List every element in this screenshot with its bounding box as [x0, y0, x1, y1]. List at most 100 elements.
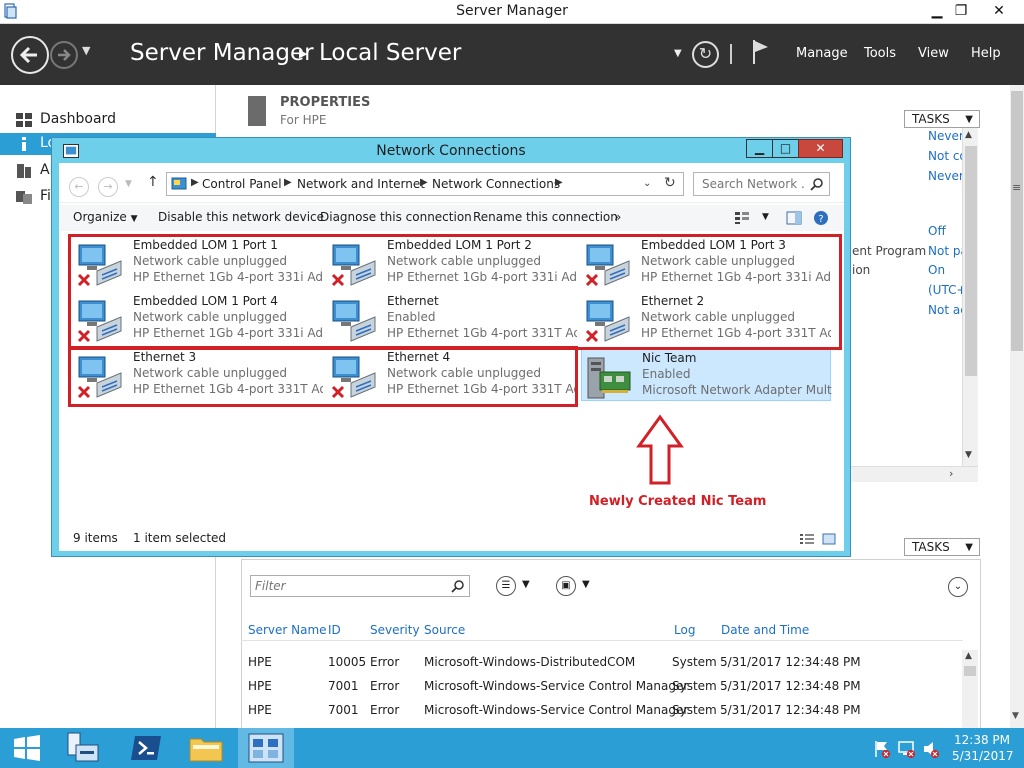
page-scroll-thumb[interactable] — [1011, 91, 1023, 351]
scroll-thumb[interactable] — [964, 666, 976, 676]
cell-severity[interactable]: Error — [370, 679, 399, 693]
cell-severity[interactable]: Error — [370, 655, 399, 669]
breadcrumb-separator-icon[interactable]: ▶ — [191, 177, 199, 188]
events-scrollbar[interactable]: ▲ — [962, 650, 978, 728]
scroll-right-icon[interactable]: › — [949, 467, 953, 480]
search-icon[interactable] — [451, 579, 465, 593]
refresh-icon[interactable]: ↻ — [692, 41, 719, 68]
refresh-dropdown[interactable]: ▼ — [674, 48, 682, 59]
properties-tasks-button[interactable]: TASKS ▼ — [904, 110, 980, 128]
cell-server-name[interactable]: HPE — [248, 679, 272, 693]
taskbar-network-connections[interactable] — [238, 728, 294, 768]
address-bar[interactable]: ▶ Control Panel ▶ Network and Internet ▶… — [166, 172, 684, 196]
search-icon[interactable] — [810, 177, 824, 191]
sidebar-item-dashboard[interactable]: Dashboard — [0, 109, 216, 131]
nc-close-button[interactable]: ✕ — [798, 139, 843, 158]
cell-date-time[interactable]: 5/31/2017 12:34:48 PM — [720, 655, 861, 669]
menu-view[interactable]: View — [918, 46, 949, 61]
column-header-server-name[interactable]: Server Name — [248, 623, 327, 637]
chevron-down-icon[interactable]: ▼ — [582, 579, 590, 590]
property-value[interactable]: Not co — [928, 149, 967, 163]
organize-button[interactable]: Organize ▼ — [73, 210, 138, 224]
minimize-button[interactable]: ▁ — [926, 0, 948, 22]
menu-tools[interactable]: Tools — [864, 46, 896, 61]
change-view-icon[interactable] — [734, 211, 750, 225]
breadcrumb-control-panel[interactable]: Control Panel — [202, 177, 282, 191]
start-button[interactable] — [0, 728, 56, 768]
history-dropdown[interactable]: ▼ — [82, 44, 90, 57]
search-box[interactable] — [693, 172, 830, 196]
filter-box[interactable] — [250, 575, 470, 597]
save-query-icon[interactable]: ▣ — [556, 576, 576, 596]
rename-connection-button[interactable]: Rename this connection — [473, 210, 618, 224]
more-commands-button[interactable]: » — [614, 210, 621, 224]
property-value[interactable]: Not ac — [928, 303, 967, 317]
preview-pane-icon[interactable] — [786, 211, 802, 225]
page-scrollbar[interactable]: ≡ ▼ — [1010, 85, 1024, 728]
up-arrow-icon[interactable]: ↑ — [147, 174, 159, 190]
nc-minimize-button[interactable]: ▁ — [746, 139, 773, 158]
scroll-thumb[interactable] — [965, 146, 977, 376]
close-button[interactable]: ✕ — [984, 0, 1014, 22]
property-value[interactable]: Off — [928, 224, 946, 238]
taskbar-file-explorer[interactable] — [178, 728, 234, 768]
cell-source[interactable]: Microsoft-Windows-Service Control Manage… — [424, 703, 688, 717]
cell-server-name[interactable]: HPE — [248, 655, 272, 669]
property-value[interactable]: (UTC+ — [928, 283, 967, 297]
clock-time[interactable]: 12:38 PM — [952, 733, 1012, 747]
volume-muted-icon[interactable] — [922, 740, 940, 758]
details-view-icon[interactable] — [799, 533, 815, 545]
connection-tile[interactable]: Nic Team Enabled Microsoft Network Adapter… — [581, 349, 832, 401]
breadcrumb-network-internet[interactable]: Network and Internet — [297, 177, 425, 191]
breadcrumb-separator-icon[interactable]: ▶ — [555, 177, 563, 188]
back-button[interactable] — [11, 36, 49, 74]
scroll-down-icon[interactable]: ▼ — [1012, 711, 1019, 721]
network-tray-icon[interactable] — [898, 740, 916, 758]
menu-manage[interactable]: Manage — [796, 46, 848, 61]
recent-pages-dropdown[interactable]: ▼ — [125, 179, 132, 189]
diagnose-connection-button[interactable]: Diagnose this connection — [320, 210, 472, 224]
maximize-button[interactable]: ❐ — [950, 0, 972, 22]
cell-date-time[interactable]: 5/31/2017 12:34:48 PM — [720, 679, 861, 693]
nc-maximize-button[interactable]: □ — [772, 139, 799, 158]
chevron-down-icon[interactable]: ▼ — [762, 212, 769, 222]
breadcrumb-network-connections[interactable]: Network Connections — [432, 177, 560, 191]
taskbar-powershell[interactable] — [118, 728, 174, 768]
breadcrumb-separator-icon[interactable]: ▶ — [420, 177, 428, 188]
forward-button[interactable] — [50, 41, 78, 69]
column-header-date-time[interactable]: Date and Time — [721, 623, 809, 637]
cell-source[interactable]: Microsoft-Windows-DistributedCOM — [424, 655, 635, 669]
property-value[interactable]: On — [928, 263, 945, 277]
chevron-down-icon[interactable]: ▼ — [522, 579, 530, 590]
cell-id[interactable]: 10005 — [328, 655, 366, 669]
expand-icon[interactable]: ⌄ — [948, 577, 968, 597]
disable-device-button[interactable]: Disable this network device — [158, 210, 324, 224]
help-icon[interactable]: ? — [813, 210, 829, 226]
action-center-flag-icon[interactable] — [873, 740, 891, 758]
notifications-flag-icon[interactable] — [752, 39, 770, 65]
search-input[interactable] — [694, 173, 806, 195]
column-header-log[interactable]: Log — [674, 623, 695, 637]
cell-source[interactable]: Microsoft-Windows-Service Control Manage… — [424, 679, 688, 693]
large-icons-view-icon[interactable] — [822, 533, 836, 545]
column-header-id[interactable]: ID — [328, 623, 341, 637]
scroll-up-icon[interactable]: ▲ — [965, 651, 972, 661]
column-header-source[interactable]: Source — [424, 623, 465, 637]
cell-log[interactable]: System — [672, 703, 717, 717]
scroll-up-icon[interactable]: ▲ — [965, 130, 972, 140]
filter-input[interactable] — [251, 576, 451, 596]
nc-back-button[interactable]: ← — [69, 177, 89, 197]
column-header-severity[interactable]: Severity — [370, 623, 420, 637]
cell-server-name[interactable]: HPE — [248, 703, 272, 717]
cell-date-time[interactable]: 5/31/2017 12:34:48 PM — [720, 703, 861, 717]
nc-forward-button[interactable]: → — [98, 177, 118, 197]
cell-log[interactable]: System — [672, 655, 717, 669]
menu-help[interactable]: Help — [971, 46, 1001, 61]
clock-date[interactable]: 5/31/2017 — [952, 749, 1014, 763]
refresh-icon[interactable]: ↻ — [664, 175, 676, 191]
breadcrumb-separator-icon[interactable]: ▶ — [284, 177, 292, 188]
property-value[interactable]: Never — [928, 169, 964, 183]
list-options-icon[interactable]: ☰ — [496, 576, 516, 596]
cell-log[interactable]: System — [672, 679, 717, 693]
cell-id[interactable]: 7001 — [328, 679, 359, 693]
